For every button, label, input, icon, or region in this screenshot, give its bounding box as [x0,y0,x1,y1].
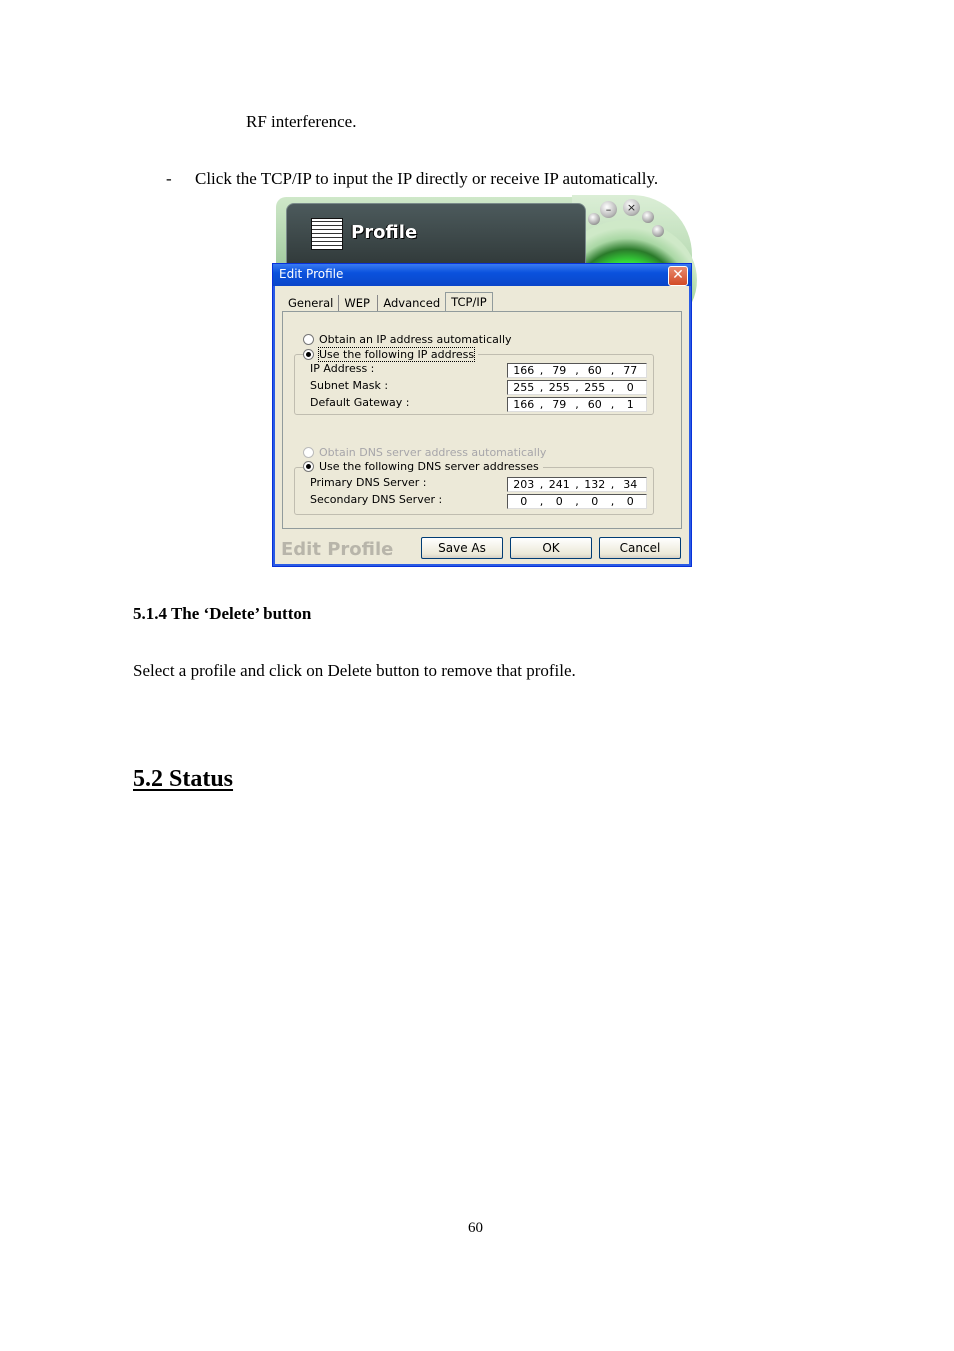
tab-general[interactable]: General [283,295,340,311]
dns-manual-label: Use the following DNS server addresses [319,460,539,473]
app-dot-button[interactable] [588,213,600,225]
save-as-button[interactable]: Save As [421,537,503,559]
close-icon: ✕ [672,267,684,283]
page-number: 60 [468,1220,483,1236]
octet: 0 [626,495,634,508]
octet: 132 [584,478,606,491]
tab-bar: General WEP Advanced TCP/IP [283,292,493,312]
dns-auto-radio[interactable]: Obtain DNS server address automatically [303,446,546,459]
octet: 77 [623,364,638,377]
app-dot-button[interactable] [642,211,654,223]
dns-manual-radio[interactable]: Use the following DNS server addresses [303,460,543,473]
primary-dns-label: Primary DNS Server : [310,476,427,489]
secondary-dns-label: Secondary DNS Server : [310,493,443,506]
octet: 0 [626,381,634,394]
ip-address-label: IP Address : [310,362,375,375]
dialog-footer-title: Edit Profile [281,539,394,560]
delete-description: Select a profile and click on Delete but… [133,661,576,680]
primary-dns-input[interactable]: 203, 241, 132, 34 [507,477,647,492]
ok-button[interactable]: OK [510,537,592,559]
ip-address-input[interactable]: 166, 79, 60, 77 [507,363,647,378]
octet: 166 [513,364,535,377]
minimize-button[interactable]: – [600,201,617,218]
dialog-titlebar[interactable]: Edit Profile ✕ [273,264,691,286]
octet: 0 [555,495,563,508]
octet: 60 [587,398,602,411]
octet: 255 [548,381,570,394]
app-close-button[interactable]: × [623,199,640,216]
octet: 1 [626,398,634,411]
octet: 203 [513,478,535,491]
ip-manual-radio[interactable]: Use the following IP address [303,347,479,362]
octet: 0 [520,495,528,508]
radio-selected-icon [303,349,314,360]
app-title: Profile [351,222,418,243]
ip-auto-label: Obtain an IP address automatically [319,333,512,346]
default-gateway-input[interactable]: 166, 79, 60, 1 [507,397,647,412]
octet: 0 [591,495,599,508]
octet: 79 [552,398,567,411]
edit-profile-dialog: Edit Profile ✕ General WEP Advanced TCP/… [272,263,692,567]
radio-selected-icon [303,461,314,472]
ip-auto-radio[interactable]: Obtain an IP address automatically [303,333,512,346]
radio-icon [303,334,314,345]
app-dot-button[interactable] [652,225,664,237]
radio-disabled-icon [303,447,314,458]
ip-manual-label: Use the following IP address [317,347,476,362]
section-heading-delete: 5.1.4 The ‘Delete’ button [133,604,312,623]
bullet-dash: - [166,169,172,188]
octet: 60 [587,364,602,377]
subnet-mask-label: Subnet Mask : [310,379,389,392]
default-gateway-label: Default Gateway : [310,396,410,409]
octet: 255 [513,381,535,394]
octet: 241 [548,478,570,491]
section-heading-status: 5.2 Status [133,766,234,792]
tab-advanced[interactable]: Advanced [378,295,445,311]
tab-wep[interactable]: WEP [339,295,379,311]
profile-list-icon [311,218,343,250]
screenshot-figure: Profile – × Edit Profile ✕ General WEP A… [272,195,697,567]
cancel-button[interactable]: Cancel [599,537,681,559]
subnet-mask-input[interactable]: 255, 255, 255, 0 [507,380,647,395]
rf-interference-text: RF interference. [246,112,357,131]
tcpip-panel: Obtain an IP address automatically Use t… [282,311,682,529]
bullet-text: Click the TCP/IP to input the IP directl… [195,169,659,188]
octet: 255 [584,381,606,394]
dns-auto-label: Obtain DNS server address automatically [319,446,547,459]
octet: 166 [513,398,535,411]
octet: 34 [623,478,638,491]
octet: 79 [552,364,567,377]
close-button[interactable]: ✕ [668,266,688,286]
secondary-dns-input[interactable]: 0, 0, 0, 0 [507,494,647,509]
dialog-title: Edit Profile [279,267,344,281]
tab-tcpip[interactable]: TCP/IP [445,292,493,312]
